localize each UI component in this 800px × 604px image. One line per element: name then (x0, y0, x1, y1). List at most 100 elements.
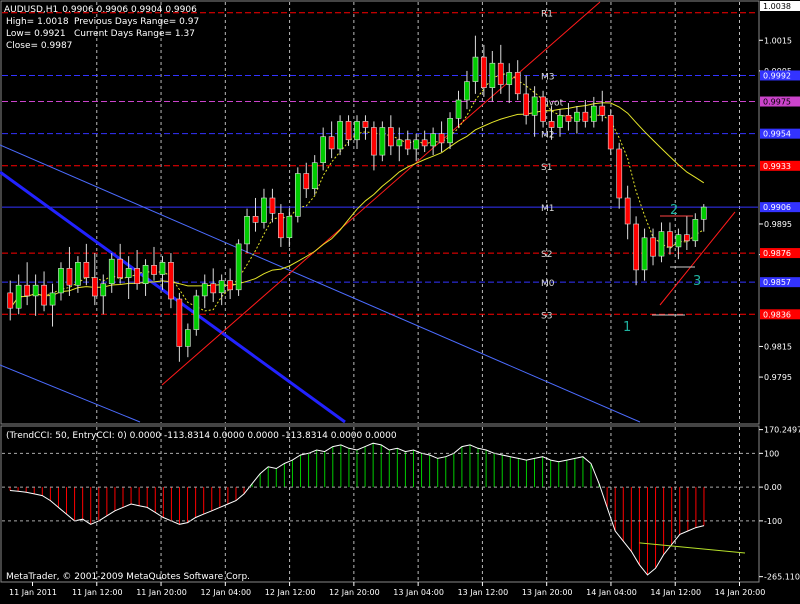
candle-bear (269, 197, 276, 214)
time-label: 12 Jan 12:00 (265, 588, 316, 597)
candle-bear (548, 121, 555, 128)
candle-bull (472, 56, 479, 82)
candle-bull (294, 173, 301, 217)
candle-bear (252, 216, 259, 223)
time-label: 14 Jan 12:00 (650, 588, 701, 597)
price-tag-label: 0.9906 (763, 203, 791, 212)
high-label: High= 1.0018 (6, 17, 69, 27)
candle-bull (506, 72, 513, 85)
cci-tick-label: 170.2497 (764, 426, 800, 435)
candle-bull (354, 121, 360, 141)
candle-bull (590, 105, 597, 122)
candle-bull (675, 234, 682, 248)
candle-bull (531, 96, 538, 116)
time-label: 12 Jan 04:00 (200, 588, 251, 597)
candle-bull (261, 197, 267, 223)
candle-bear (616, 148, 623, 199)
time-label: 14 Jan 20:00 (715, 588, 766, 597)
candle-bull (413, 139, 420, 150)
candle-bull (337, 121, 343, 150)
candle-bear (83, 261, 90, 278)
chart-window[interactable]: R1M3PivotM2S1M1S2M0S3 1.00381.00150.9995… (0, 0, 800, 600)
candle-bull (125, 268, 132, 278)
price-tick-label: 0.9815 (764, 342, 792, 351)
candle-bull (379, 127, 386, 156)
cci-tick-label: 100 (764, 449, 779, 458)
price-top-label: 1.0038 (763, 2, 791, 11)
price-tag-label: 0.9876 (763, 249, 791, 258)
cci-tick-label: -265.110 (764, 573, 800, 582)
candle-bull (557, 115, 563, 128)
candle-bear (438, 133, 445, 144)
candle-bear (277, 213, 284, 239)
candle-bull (464, 81, 470, 101)
time-label: 11 Jan 12:00 (72, 588, 123, 597)
candle-bull (142, 264, 149, 284)
candle-bear (633, 223, 639, 271)
candle-bull (159, 261, 166, 275)
curr-range-label: Current Days Range= 1.37 (74, 29, 195, 39)
candle-bull (218, 280, 225, 294)
candle-bear (210, 283, 217, 294)
candle-bull (286, 216, 293, 239)
candle-bear (117, 258, 123, 278)
candle-bull (311, 162, 318, 189)
candle-bull (100, 283, 107, 297)
candle-bear (41, 284, 47, 306)
candle-bear (404, 139, 411, 150)
chart-svg[interactable]: R1M3PivotM2S1M1S2M0S3 1.00381.00150.9995… (0, 0, 800, 600)
candle-bear (667, 231, 673, 248)
close-label: Close= 0.9987 (6, 41, 72, 51)
annotation-1: 1 (623, 320, 631, 335)
candle-bear (362, 121, 369, 128)
time-label: 11 Jan 20:00 (136, 588, 187, 597)
candle-bull (244, 216, 250, 245)
annotation-3: 3 (693, 274, 701, 289)
candle-bear (345, 121, 352, 141)
candle-bull (700, 206, 707, 220)
candle-bull (201, 283, 208, 297)
pivot-label-m1: M1 (541, 204, 555, 214)
price-tag-label: 0.9975 (763, 98, 791, 107)
candle-bull (396, 139, 403, 147)
pivot-label-s1: S1 (541, 163, 552, 173)
candle-bear (387, 127, 394, 147)
candle-bull (574, 111, 580, 122)
pivot-label-m2: M2 (541, 131, 555, 141)
annotation-2: 2 (670, 203, 678, 218)
candle-bear (421, 139, 428, 147)
price-tick-label: 1.0015 (764, 36, 792, 45)
candle-bull (692, 219, 699, 242)
candle-bull (185, 329, 191, 347)
candle-bear (523, 93, 529, 116)
price-tick-label: 0.9795 (764, 373, 792, 382)
price-tick-label: 0.9895 (764, 220, 792, 229)
candle-bull (447, 118, 453, 144)
candle-bear (624, 197, 631, 225)
low-label: Low= 0.9921 (6, 29, 66, 39)
time-label: 14 Jan 04:00 (586, 588, 637, 597)
copyright-label: MetaTrader, © 2001-2009 MetaQuotes Softw… (6, 572, 250, 582)
candle-bear (92, 277, 98, 297)
time-label: 13 Jan 20:00 (522, 588, 573, 597)
indicator-title: (TrendCCI: 50, EntryCCI: 0) 0.0000 -113.… (6, 431, 397, 441)
time-label: 12 Jan 20:00 (329, 588, 380, 597)
price-tag-label: 0.9992 (763, 71, 791, 80)
candle-bear (134, 268, 141, 284)
pivot-label-s3: S3 (541, 311, 552, 321)
time-label: 13 Jan 04:00 (393, 588, 444, 597)
candle-bear (480, 56, 487, 88)
candle-bear (176, 298, 183, 347)
candle-bear (66, 268, 73, 286)
candle-bull (489, 62, 496, 89)
price-tag-label: 0.9954 (763, 130, 791, 139)
symbol-label: AUDUSD,H1 0.9906 0.9906 0.9904 0.9906 (4, 5, 197, 15)
candle-bear (540, 96, 546, 122)
candle-bull (455, 99, 462, 119)
candle-bull (108, 258, 115, 285)
candle-bear (227, 280, 234, 291)
candle-bull (430, 133, 437, 147)
time-label: 13 Jan 12:00 (458, 588, 509, 597)
candle-bear (599, 105, 606, 116)
candle-bear (151, 264, 157, 275)
